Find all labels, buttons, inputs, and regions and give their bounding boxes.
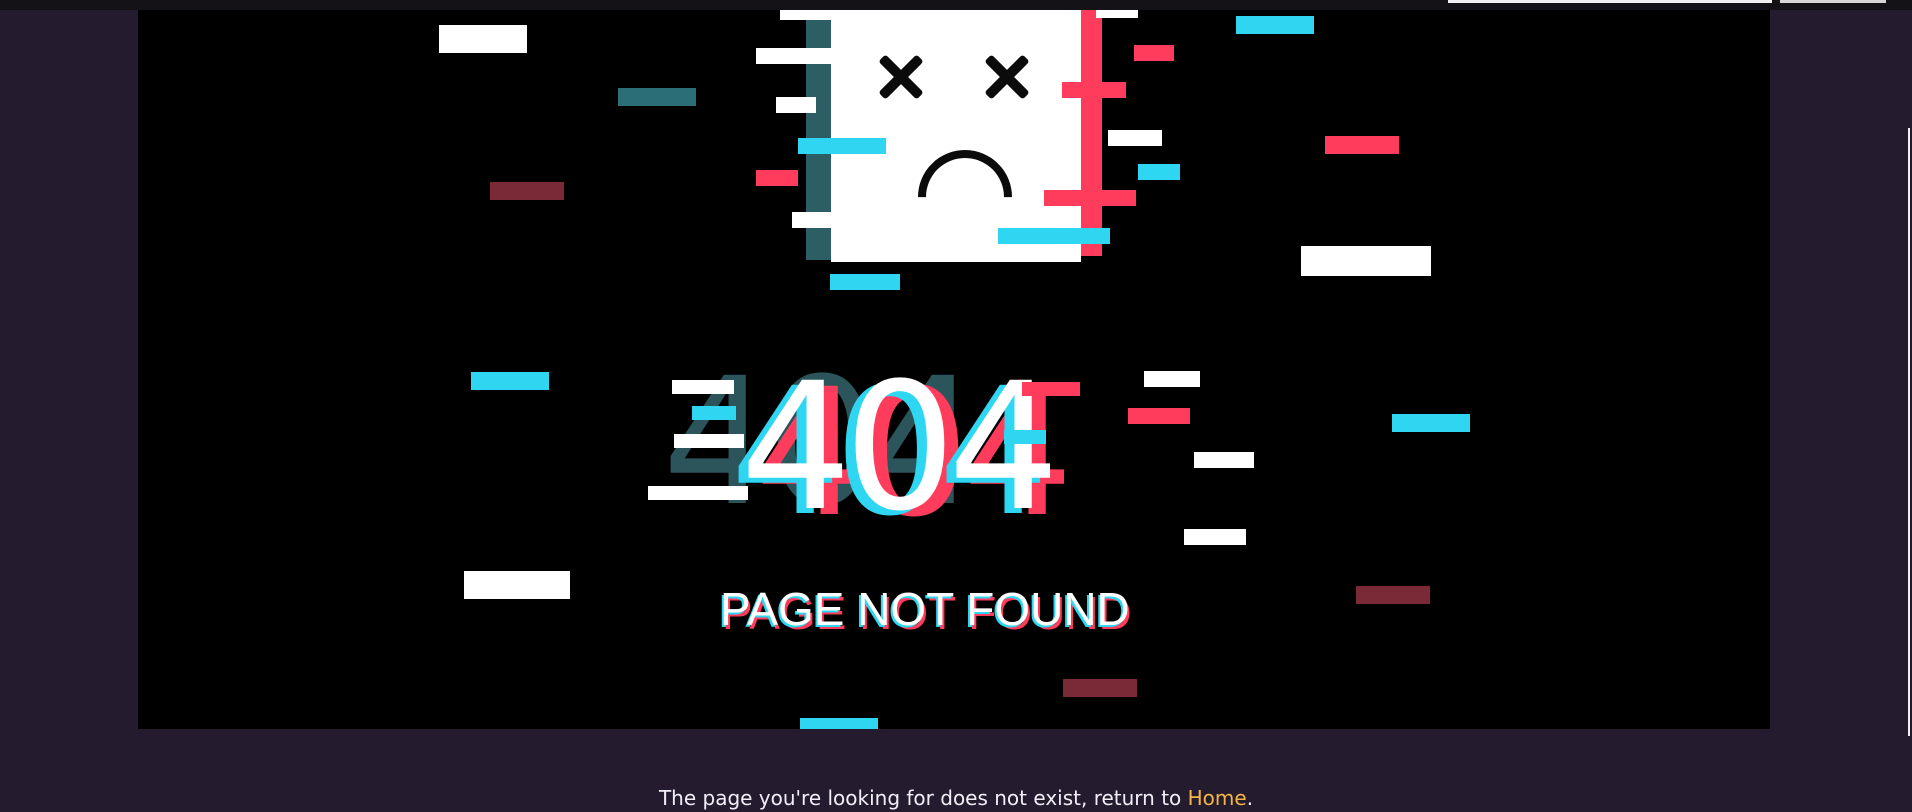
glitch-bar (464, 571, 570, 599)
glitch-bar (1236, 16, 1314, 34)
glitch-bar (1392, 414, 1470, 432)
glitch-bar (618, 88, 696, 106)
not-found-message-text: The page you're looking for does not exi… (658, 786, 1188, 810)
glitch-bar (1138, 164, 1180, 180)
x-eye-icon (982, 52, 1032, 102)
glitch-bar (776, 97, 816, 113)
glitch-bar (780, 10, 850, 20)
glitch-bar (1062, 82, 1126, 98)
glitch-bar (1134, 45, 1174, 61)
error-hero: 404 404 404 404 PAGE NOT FOUND PAGE NOT … (138, 10, 1770, 729)
glitch-bar (998, 228, 1110, 244)
glitch-bar (792, 212, 844, 228)
glitch-bar (1128, 408, 1190, 424)
glitch-bar (648, 486, 748, 500)
x-eye-icon (876, 52, 926, 102)
not-found-message-punctuation: . (1246, 786, 1254, 810)
glitch-bar (800, 718, 878, 729)
glitch-bar (471, 372, 549, 390)
not-found-message: The page you're looking for does not exi… (0, 784, 1912, 812)
glitch-bar (756, 48, 846, 64)
error-code: 404 (740, 345, 1060, 550)
glitch-bar (692, 406, 736, 420)
home-link[interactable]: Home (1188, 786, 1247, 810)
glitch-bar (756, 170, 798, 186)
glitch-bar (1022, 382, 1080, 396)
glitch-bar (1301, 246, 1431, 276)
glitch-bar (1194, 452, 1254, 468)
glitch-bar (672, 380, 734, 394)
glitch-bar (1044, 190, 1136, 206)
glitch-bar (674, 434, 744, 448)
glitch-bar (1096, 10, 1138, 18)
glitch-bar (490, 182, 564, 200)
vertical-scrollbar[interactable] (1908, 128, 1910, 736)
page-not-found-title: PAGE NOT FOUND (720, 583, 1130, 635)
glitch-bar (439, 25, 527, 53)
glitch-bar (1063, 679, 1137, 697)
top-search-input[interactable] (1448, 0, 1772, 3)
glitch-bar (830, 274, 900, 290)
glitch-bar (1004, 430, 1046, 444)
glitch-bar (1325, 136, 1399, 154)
glitch-bar (798, 138, 886, 154)
glitch-bar (1356, 586, 1430, 604)
glitch-bar (1144, 371, 1200, 387)
top-action-button[interactable] (1780, 0, 1886, 3)
glitch-bar (1184, 529, 1246, 545)
glitch-bar (1108, 130, 1162, 146)
top-browser-bar (0, 0, 1912, 10)
